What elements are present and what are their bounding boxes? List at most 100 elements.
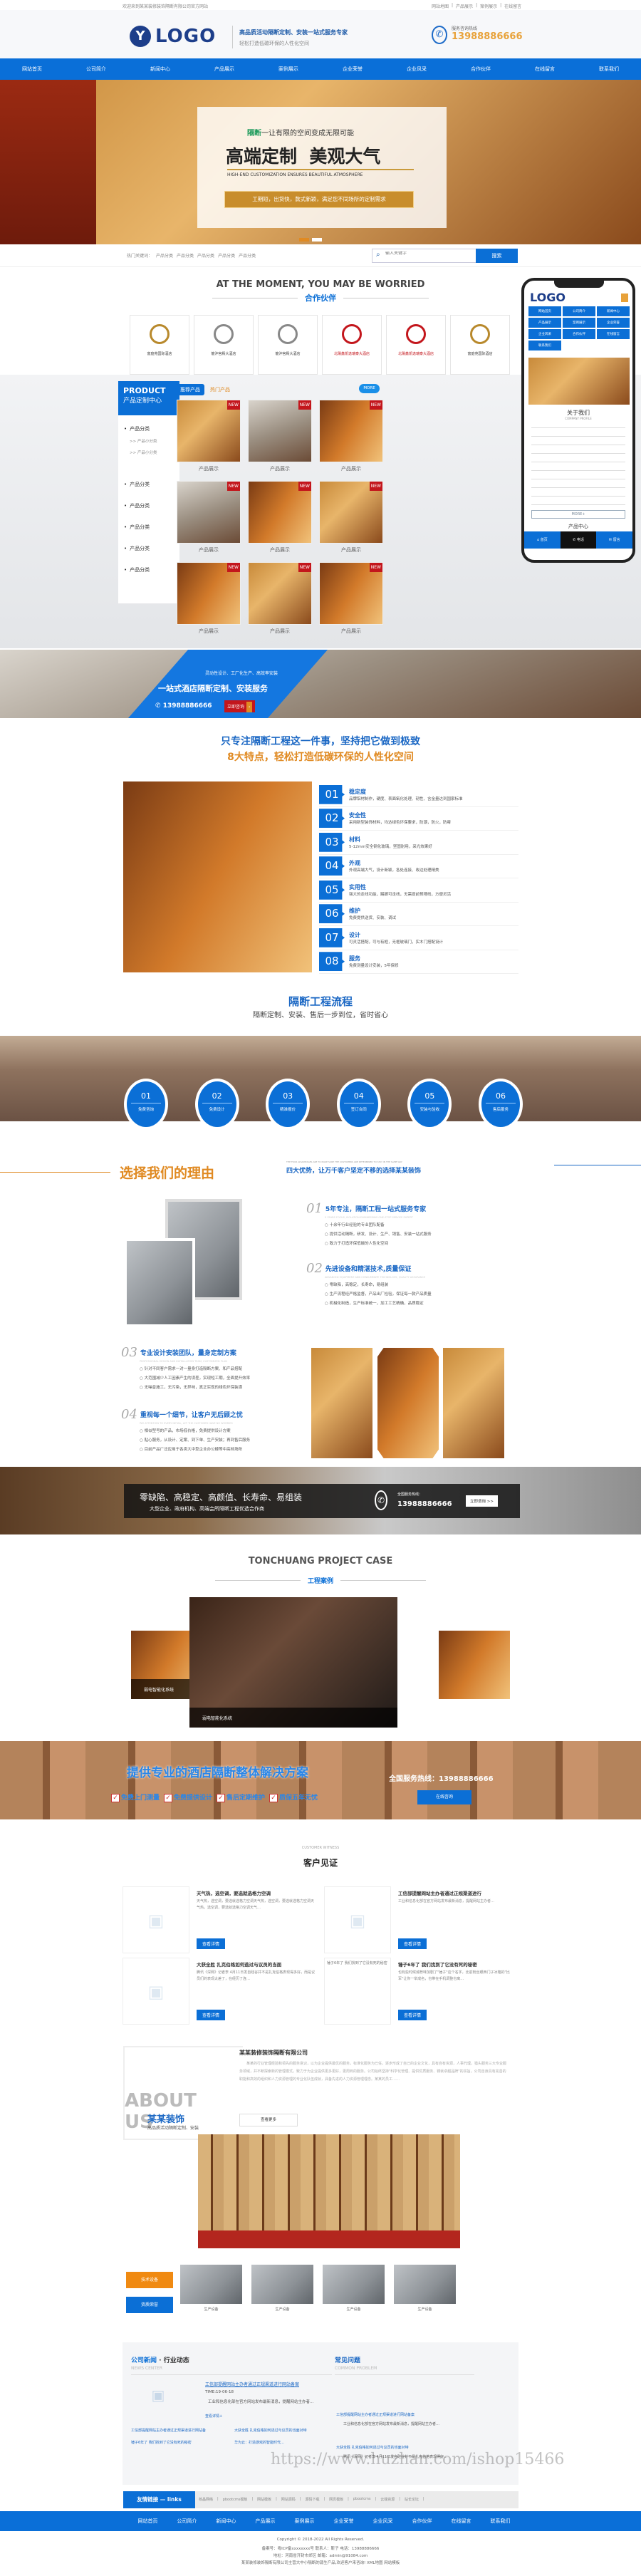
witness-detail-button[interactable]: 查看详情 xyxy=(197,1938,226,1949)
category-item[interactable]: • 产品分类 xyxy=(118,531,179,552)
search-button[interactable]: 搜索 xyxy=(476,249,518,263)
product-card[interactable]: NEW 产品展示 xyxy=(177,562,241,643)
product-card[interactable]: NEW 产品展示 xyxy=(319,562,383,643)
nav-item[interactable]: 案例展示 xyxy=(295,2518,315,2525)
tab-company-news[interactable]: 公司新闻 xyxy=(131,2357,157,2364)
friend-link[interactable]: pbootcms模板 xyxy=(223,2497,248,2502)
hot-keyword[interactable]: 产品分类 xyxy=(156,252,173,259)
search-input[interactable] xyxy=(385,251,464,256)
mobile-menu-item[interactable]: 案例展示 xyxy=(563,318,595,328)
witness-detail-button[interactable]: 查看详情 xyxy=(398,1938,427,1949)
nav-item[interactable]: 网站首页 xyxy=(22,66,42,73)
nav-item[interactable]: 合作伙伴 xyxy=(412,2518,432,2525)
friend-link[interactable]: 核晶网络 xyxy=(199,2497,213,2502)
witness-title[interactable]: 锤子6年了 我们找到了它没有死的秘密 xyxy=(398,1960,518,1968)
nav-item[interactable]: 新闻中心 xyxy=(217,2518,236,2525)
product-card[interactable]: NEW 产品展示 xyxy=(177,400,241,481)
friend-link[interactable]: 站长论坛 xyxy=(405,2497,419,2502)
mobile-tab[interactable]: ✉ 留言 xyxy=(596,531,632,549)
equipment-card[interactable]: 生产设备 xyxy=(251,2265,313,2312)
logo-text[interactable]: LOGO xyxy=(155,26,216,47)
equipment-card[interactable]: 生产设备 xyxy=(394,2265,456,2312)
mobile-menu-item[interactable]: 在线留言 xyxy=(597,329,630,339)
nav-item[interactable]: 网站首页 xyxy=(138,2518,158,2525)
case-card-right[interactable] xyxy=(439,1631,510,1699)
product-card[interactable]: NEW 产品展示 xyxy=(177,481,241,562)
category-item[interactable]: • 产品分类 xyxy=(118,509,179,531)
mobile-menu-item[interactable]: 产品展示 xyxy=(528,318,561,328)
witness-title[interactable]: 天气热，选空调，要选就选格力空调 xyxy=(197,1889,317,1896)
news-more-link[interactable]: 查看详情+ xyxy=(205,2414,222,2419)
nav-item[interactable]: 企业风采 xyxy=(407,66,427,73)
news-featured-title[interactable]: 工信部提醒网站主办者通过正规渠道进行网站备案 xyxy=(205,2381,299,2387)
category-name[interactable]: 产品分类 xyxy=(130,482,150,487)
mobile-menu-item[interactable]: 联系我们 xyxy=(528,341,561,350)
mobile-menu-item[interactable]: 网站首页 xyxy=(528,306,561,316)
nav-item[interactable]: 产品展示 xyxy=(256,2518,276,2525)
friend-link[interactable]: 云端资源 xyxy=(380,2497,395,2502)
product-card[interactable]: NEW 产品展示 xyxy=(319,481,383,562)
witness-title[interactable]: 工信部提醒网站主办者通过正规渠道进行 xyxy=(398,1889,518,1896)
faq-question[interactable]: 大获全胜 扎克伯格如何逃过与议员的当面对峙 xyxy=(336,2445,476,2450)
hot-keyword[interactable]: 产品分类 xyxy=(218,252,235,259)
mobile-menu-item[interactable]: 公司简介 xyxy=(563,306,595,316)
subcategory-item[interactable]: >> 产品小分类 xyxy=(130,450,174,455)
faq-question[interactable]: 工信部提醒网站主办者通过正规渠道进行网站备案 xyxy=(336,2412,476,2417)
promo-consult-button[interactable]: 立即咨询 › xyxy=(224,700,256,712)
news-list-item[interactable]: 大获全胜 扎克伯格如何逃过与议员的当面对峙 xyxy=(234,2428,332,2433)
news-list-item[interactable]: 工信部提醒网站主办者通过正规渠道进行网站备 xyxy=(131,2428,229,2433)
nav-item[interactable]: 企业荣誉 xyxy=(343,66,363,73)
friend-link[interactable]: 源码下载 xyxy=(305,2497,319,2502)
slider-dot-active[interactable] xyxy=(299,238,309,242)
witness-detail-button[interactable]: 查看详情 xyxy=(398,2010,427,2020)
category-item[interactable]: • 产品分类 >> 产品小分类 >> 产品小分类 xyxy=(118,415,179,467)
product-card[interactable]: NEW 产品展示 xyxy=(319,400,383,481)
slider-dot[interactable] xyxy=(312,238,322,242)
friend-link[interactable]: pbootcms xyxy=(353,2497,371,2502)
friend-link[interactable]: 网页模板 xyxy=(329,2497,343,2502)
friend-link[interactable]: 网站模板 xyxy=(257,2497,271,2502)
more-button[interactable]: MORE xyxy=(359,384,380,393)
side-button-equipment[interactable]: 技术设备 xyxy=(126,2272,173,2288)
tab-recommended[interactable]: 推荐产品 xyxy=(176,384,204,395)
subcategory-item[interactable]: >> 产品小分类 xyxy=(130,438,174,444)
top-link[interactable]: 在线留言 xyxy=(504,3,521,9)
hot-keyword[interactable]: 产品分类 xyxy=(239,252,256,259)
tab-hot[interactable]: 热门产品 xyxy=(210,386,230,393)
equipment-card[interactable]: 生产设备 xyxy=(180,2265,242,2312)
tab-industry-news[interactable]: 行业动态 xyxy=(164,2357,189,2364)
news-list-item[interactable]: 华为云：打造游戏的智能时代… xyxy=(234,2440,332,2445)
mobile-more[interactable]: MORE+ xyxy=(531,510,625,519)
top-link[interactable]: 案例展示 xyxy=(480,3,497,9)
witness-detail-button[interactable]: 查看详情 xyxy=(197,2010,226,2020)
nav-item[interactable]: 企业风采 xyxy=(373,2518,393,2525)
dark-consult-button[interactable]: 立即咨询 >> xyxy=(466,1495,498,1507)
hot-keyword[interactable]: 产品分类 xyxy=(197,252,214,259)
product-card[interactable]: NEW 产品展示 xyxy=(248,400,312,481)
nav-item[interactable]: 在线留言 xyxy=(452,2518,471,2525)
mobile-tab[interactable]: ⌂ 首页 xyxy=(524,531,561,549)
search-input-box[interactable]: ⌕ xyxy=(372,249,477,263)
nav-item[interactable]: 新闻中心 xyxy=(150,66,170,73)
nav-item[interactable]: 案例展示 xyxy=(278,66,298,73)
top-link[interactable]: 网站地图 xyxy=(432,3,449,9)
online-consult-button[interactable]: 在线咨询 xyxy=(417,1790,471,1804)
product-card[interactable]: NEW 产品展示 xyxy=(248,562,312,643)
category-item[interactable]: • 产品分类 xyxy=(118,488,179,509)
side-button-honors[interactable]: 资质荣誉 xyxy=(126,2297,173,2313)
about-more-button[interactable]: 查看更多 xyxy=(239,2114,298,2126)
category-name[interactable]: 产品分类 xyxy=(130,426,150,432)
news-list-item[interactable]: 锤子6年了 我们找到了它没有死的秘密 xyxy=(131,2440,229,2445)
mobile-menu-item[interactable]: 企业荣誉 xyxy=(597,318,630,328)
category-item[interactable]: • 产品分类 xyxy=(118,552,179,573)
nav-item[interactable]: 企业荣誉 xyxy=(334,2518,354,2525)
product-card[interactable]: NEW 产品展示 xyxy=(248,481,312,562)
nav-item[interactable]: 合作伙伴 xyxy=(471,66,491,73)
mobile-menu-item[interactable]: 新闻中心 xyxy=(597,306,630,316)
mobile-menu-icon[interactable] xyxy=(621,294,628,302)
category-name[interactable]: 产品分类 xyxy=(130,503,150,509)
nav-item[interactable]: 公司简介 xyxy=(86,66,106,73)
mobile-menu-item[interactable]: 企业风采 xyxy=(528,329,561,339)
mobile-menu-item[interactable]: 合作伙伴 xyxy=(563,329,595,339)
nav-item[interactable]: 公司简介 xyxy=(177,2518,197,2525)
